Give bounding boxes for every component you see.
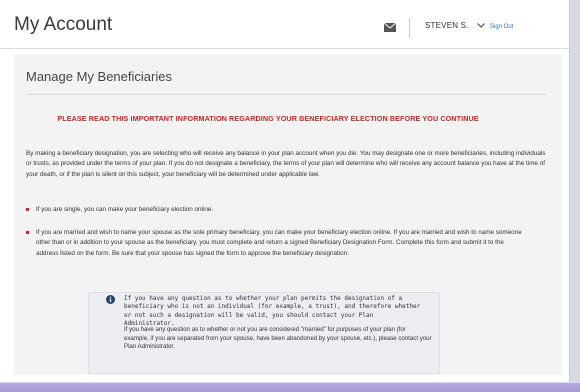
user-menu[interactable]: STEVEN S. [425,21,485,30]
user-name: STEVEN S. [425,21,469,30]
info-text-married: If you have any question as to whether o… [124,326,432,351]
list-item-text: If you are married and wish to name your… [36,229,522,257]
sign-out-link[interactable]: Sign Out [490,24,513,30]
info-text-trust: If you have any question as to whether y… [124,295,421,328]
bottom-bar [0,383,580,392]
title-divider [26,94,546,95]
browser-window: My Account STEVEN S. Sign Out Manage My … [0,0,570,382]
app-title: My Account [14,14,113,35]
header-divider [409,18,410,38]
app-header: My Account STEVEN S. Sign Out [0,0,569,49]
intro-paragraph: By making a beneficiary designation, you… [26,150,546,178]
page-title: Manage My Beneficiaries [26,69,172,84]
chevron-down-icon [477,23,485,28]
list-item-text: If you are single, you can make your ben… [36,206,214,213]
bullet-marker [26,231,29,234]
info-icon [106,295,115,304]
mail-icon[interactable] [384,23,396,32]
bullet-marker [26,208,29,211]
important-warning: PLEASE READ THIS IMPORTANT INFORMATION R… [57,114,479,123]
